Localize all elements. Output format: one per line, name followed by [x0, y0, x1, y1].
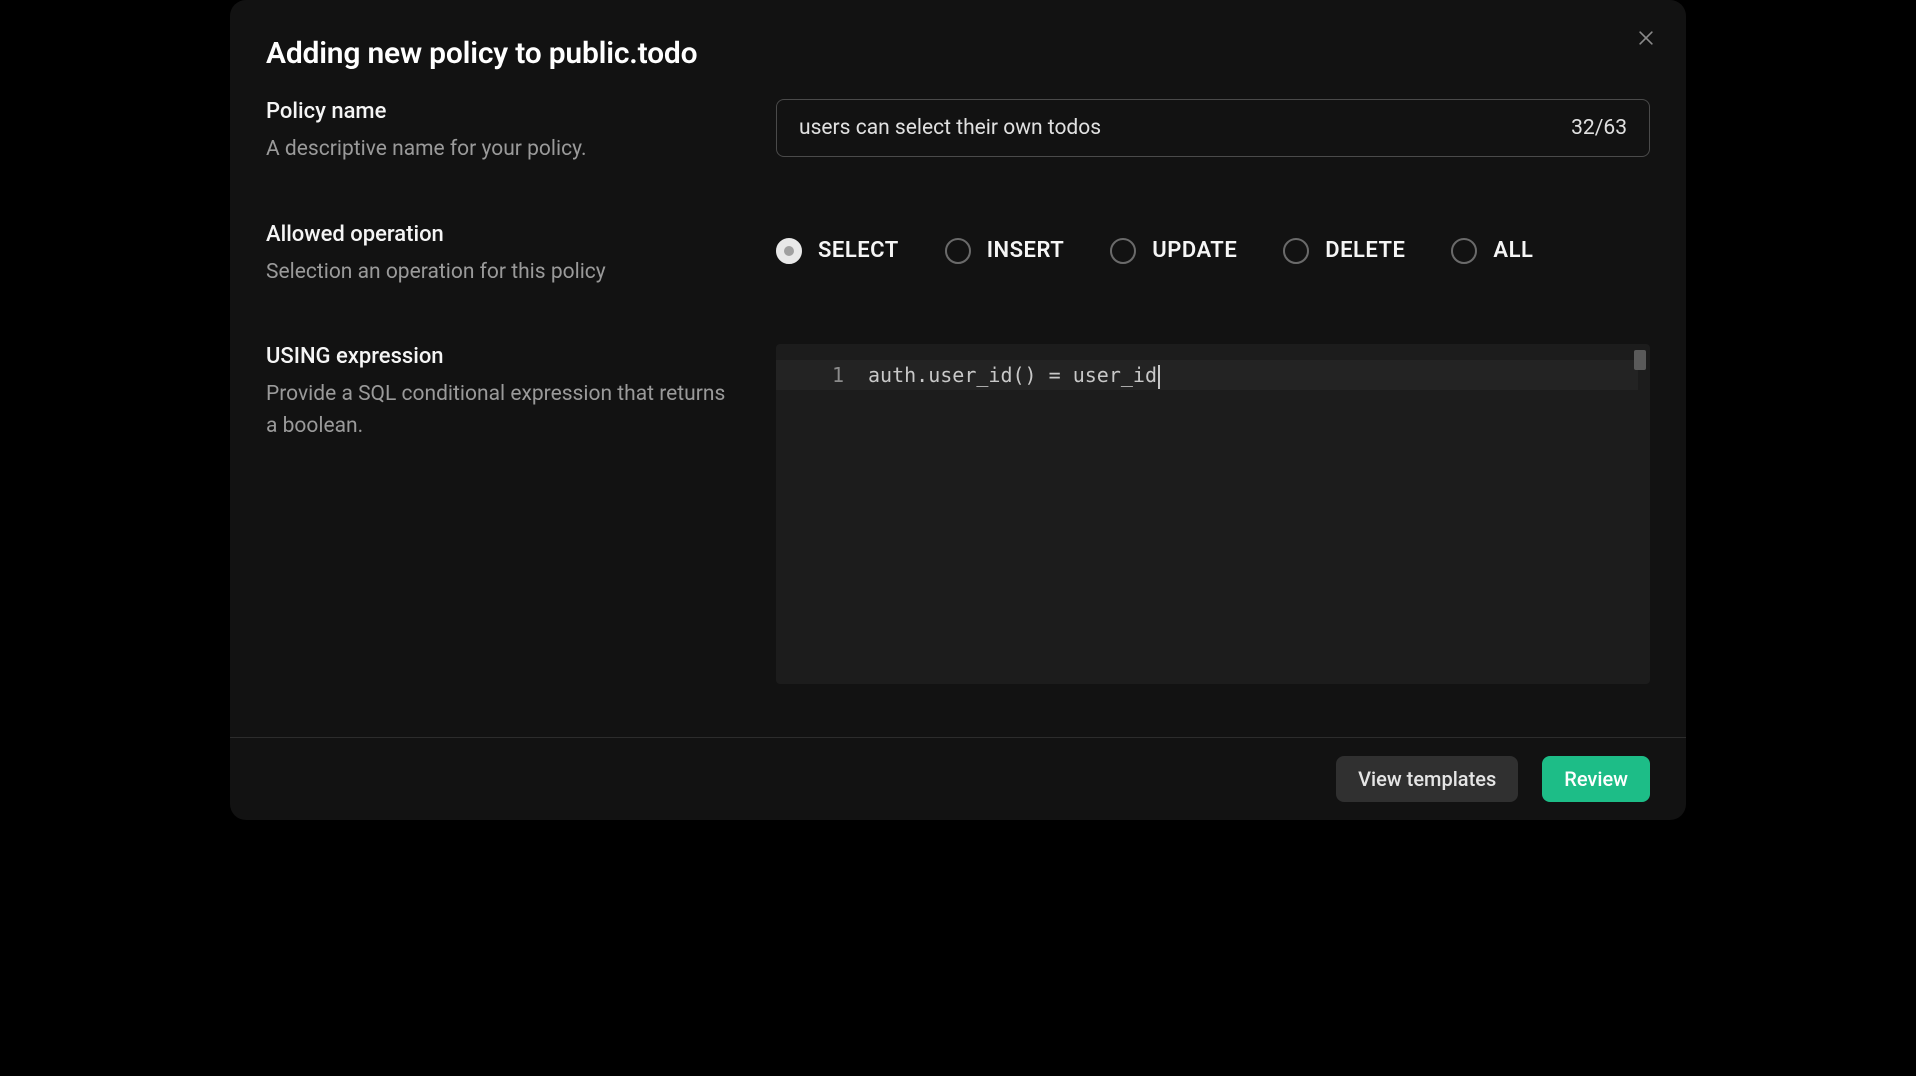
radio-icon: [1110, 238, 1136, 264]
policy-name-char-counter: 32/63: [1571, 116, 1627, 140]
code-text: auth.user_id() = user_id: [868, 363, 1157, 387]
policy-name-input[interactable]: [799, 116, 1555, 140]
using-expression-editor[interactable]: 1 auth.user_id() = user_id: [776, 344, 1650, 684]
modal-body: Policy name A descriptive name for your …: [230, 71, 1686, 737]
review-button[interactable]: Review: [1542, 756, 1650, 802]
code-gutter: 1: [776, 344, 868, 684]
operation-radio-all-label: ALL: [1493, 238, 1533, 263]
using-expression-control-col: 1 auth.user_id() = user_id: [776, 344, 1650, 684]
modal-title: Adding new policy to public.todo: [266, 36, 1650, 71]
operation-radio-delete-label: DELETE: [1325, 238, 1405, 263]
policy-name-input-wrap: 32/63: [776, 99, 1650, 157]
policy-name-control-col: 32/63: [776, 99, 1650, 166]
view-templates-button[interactable]: View templates: [1336, 756, 1518, 802]
policy-name-description: A descriptive name for your policy.: [266, 134, 736, 166]
using-expression-row: USING expression Provide a SQL condition…: [266, 344, 1650, 684]
code-cursor: [1158, 365, 1160, 389]
operation-radio-update-label: UPDATE: [1152, 238, 1237, 263]
operation-radio-all[interactable]: ALL: [1451, 238, 1533, 264]
code-line-number: 1: [776, 360, 844, 390]
allowed-operation-row: Allowed operation Selection an operation…: [266, 222, 1650, 289]
allowed-operation-description: Selection an operation for this policy: [266, 257, 736, 289]
operation-radio-select-label: SELECT: [818, 238, 899, 263]
policy-name-label-col: Policy name A descriptive name for your …: [266, 99, 736, 166]
scrollbar-handle[interactable]: [1634, 350, 1646, 370]
radio-icon: [1283, 238, 1309, 264]
modal-header: Adding new policy to public.todo: [230, 0, 1686, 71]
code-content: auth.user_id() = user_id: [868, 344, 1650, 684]
radio-icon: [1451, 238, 1477, 264]
operation-radio-insert[interactable]: INSERT: [945, 238, 1065, 264]
policy-modal: Adding new policy to public.todo Policy …: [230, 0, 1686, 820]
using-expression-label-col: USING expression Provide a SQL condition…: [266, 344, 736, 684]
policy-name-label: Policy name: [266, 99, 736, 124]
operation-radio-update[interactable]: UPDATE: [1110, 238, 1237, 264]
radio-icon: [945, 238, 971, 264]
operation-radio-delete[interactable]: DELETE: [1283, 238, 1405, 264]
using-expression-label: USING expression: [266, 344, 736, 369]
using-expression-description: Provide a SQL conditional expression tha…: [266, 379, 736, 442]
close-icon: [1636, 28, 1656, 48]
operation-radio-select[interactable]: SELECT: [776, 238, 899, 264]
policy-name-row: Policy name A descriptive name for your …: [266, 99, 1650, 166]
allowed-operation-label: Allowed operation: [266, 222, 736, 247]
code-line-text: auth.user_id() = user_id: [868, 360, 1650, 390]
modal-footer: View templates Review: [230, 737, 1686, 820]
close-button[interactable]: [1630, 22, 1662, 54]
operation-radio-group: SELECT INSERT UPDATE DELETE: [776, 222, 1650, 280]
operation-radio-insert-label: INSERT: [987, 238, 1065, 263]
allowed-operation-control-col: SELECT INSERT UPDATE DELETE: [776, 222, 1650, 289]
allowed-operation-label-col: Allowed operation Selection an operation…: [266, 222, 736, 289]
radio-icon: [776, 238, 802, 264]
